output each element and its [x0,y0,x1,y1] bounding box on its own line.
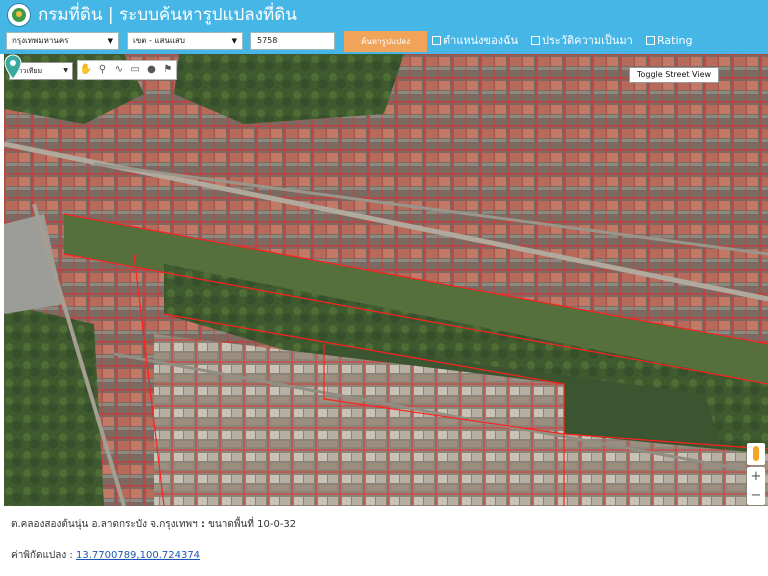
coordinate-label: ค่าพิกัดแปลง : [11,550,73,561]
area-label: ขนาดพื้นที่ [208,519,254,530]
chevron-down-icon: ▼ [231,37,237,45]
parcel-number-input[interactable]: 5758 [250,32,335,50]
checkbox-icon [646,35,655,45]
coordinate-link[interactable]: 13.7700789,100.724374 [76,550,200,561]
satellite-imagery [4,54,768,506]
parcel-coordinates-info: ค่าพิกัดแปลง : 13.7700789,100.724374 [11,548,200,563]
street-view-pegman-icon[interactable] [747,443,765,465]
department-logo-icon [7,3,31,27]
app-header: กรมที่ดิน | ระบบค้นหารูปแปลงที่ดิน กรุงเ… [0,0,768,54]
location-pin-icon[interactable] [4,54,22,80]
parcel-location-info: ต.คลองสองต้นนุ่น อ.ลาดกระบัง จ.กรุงเทพฯ … [11,517,296,532]
location-text: ต.คลองสองต้นนุ่น อ.ลาดกระบัง จ.กรุงเทพฯ [11,519,198,530]
zoom-control: + − [747,467,765,505]
checkbox-icon [432,35,441,45]
polyline-icon[interactable]: ∿ [112,61,126,79]
province-select[interactable]: กรุงเทพมหานคร ▼ [6,32,119,50]
toggle-street-view-button[interactable]: Toggle Street View [629,67,719,83]
history-checkbox[interactable]: ประวัติความเป็นมา [531,33,633,48]
district-select-value: เขต - แสนแสบ [133,36,185,45]
rating-checkbox[interactable]: Rating [646,33,692,48]
district-select[interactable]: เขต - แสนแสบ ▼ [127,32,243,50]
polygon-icon[interactable]: ⚑ [161,61,175,79]
drawing-toolbar: ✋ ⚲ ∿ ▭ ● ⚑ [77,60,177,80]
zoom-in-button[interactable]: + [747,467,765,486]
history-label: ประวัติความเป็นมา [542,34,633,47]
checkbox-icon [531,35,540,45]
search-parcel-button[interactable]: ค้นหารูปแปลง [344,31,427,52]
rectangle-icon[interactable]: ▭ [128,61,142,79]
satellite-map[interactable]: ดาวเทียม ▼ ✋ ⚲ ∿ ▭ ● ⚑ Toggle Street Vie… [4,54,768,506]
marker-icon[interactable]: ⚲ [95,61,109,79]
zoom-out-button[interactable]: − [747,486,765,505]
rating-label: Rating [657,34,693,47]
chevron-down-icon: ▼ [107,37,113,45]
chevron-down-icon: ▼ [63,67,68,74]
separator: : [200,519,205,530]
my-location-label: ตำแหน่งของฉัน [443,34,519,47]
province-select-value: กรุงเทพมหานคร [12,36,69,45]
app-title: กรมที่ดิน | ระบบค้นหารูปแปลงที่ดิน [38,5,297,25]
area-value: 10-0-32 [257,519,297,530]
my-location-checkbox[interactable]: ตำแหน่งของฉัน [432,33,518,48]
circle-icon[interactable]: ● [144,61,158,79]
pan-hand-icon[interactable]: ✋ [79,61,93,79]
